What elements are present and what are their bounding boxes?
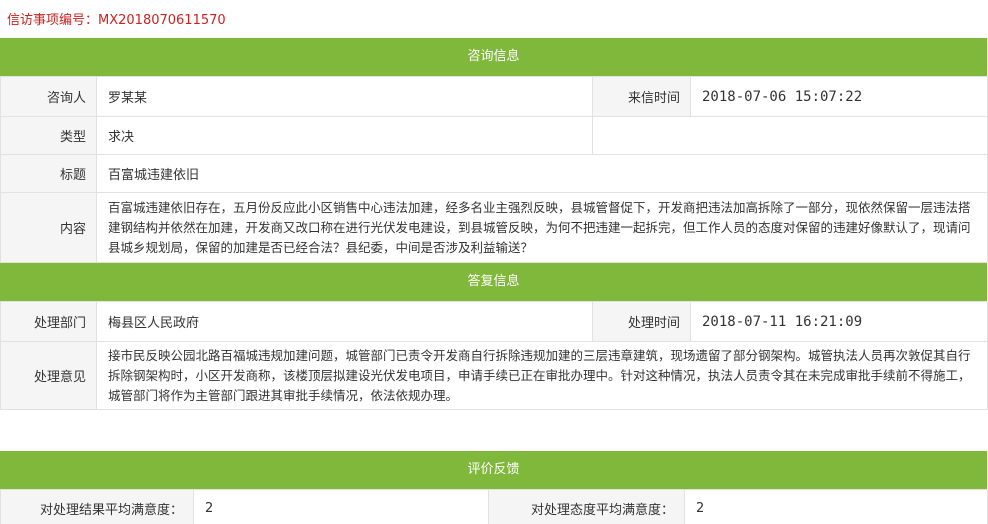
content-label: 内容	[0, 192, 97, 263]
opinion-row: 处理意见 接市民反映公园北路百福城违规加建问题，城管部门已责令开发商自行拆除违规…	[0, 341, 988, 410]
feedback-section-title: 评价反馈	[467, 462, 520, 477]
satisfaction-row: 对处理结果平均满意度： 2 对处理态度平均满意度： 2	[0, 489, 988, 524]
title-value: 百富城违建依旧	[96, 154, 988, 193]
reply-section-title: 答复信息	[467, 274, 520, 289]
received-time-label: 来信时间	[592, 76, 691, 117]
attitude-satisfaction-label: 对处理态度平均满意度：	[488, 489, 685, 524]
title-row: 标题 百富城违建依旧	[0, 154, 988, 193]
reply-section-header: 答复信息	[0, 263, 987, 301]
consultant-row: 咨询人 罗某某 来信时间 2018-07-06 15:07:22	[0, 76, 988, 117]
dept-value: 梅县区人民政府	[96, 301, 593, 342]
title-label: 标题	[0, 154, 97, 193]
reply-info-table: 处理部门 梅县区人民政府 处理时间 2018-07-11 16:21:09 处理…	[0, 301, 988, 410]
case-number-value: MX2018070611570	[98, 13, 226, 28]
feedback-section-header: 评价反馈	[0, 451, 987, 489]
handle-time-label: 处理时间	[592, 301, 691, 342]
attitude-satisfaction-value: 2	[684, 489, 988, 524]
consultant-label: 咨询人	[0, 76, 97, 117]
dept-label: 处理部门	[0, 301, 97, 342]
handle-time-value: 2018-07-11 16:21:09	[690, 301, 988, 342]
consult-section-title: 咨询信息	[467, 49, 520, 64]
content-value: 百富城违建依旧存在，五月份反应此小区销售中心违法加建，经多名业主强烈反映，县城管…	[96, 192, 988, 263]
feedback-table: 对处理结果平均满意度： 2 对处理态度平均满意度： 2	[0, 489, 988, 524]
content-row: 内容 百富城违建依旧存在，五月份反应此小区销售中心违法加建，经多名业主强烈反映，…	[0, 192, 988, 263]
type-value: 求决	[96, 116, 593, 155]
type-row-empty-cell	[592, 116, 988, 155]
received-time-value: 2018-07-06 15:07:22	[690, 76, 988, 117]
opinion-value: 接市民反映公园北路百福城违规加建问题，城管部门已责令开发商自行拆除违规加建的三层…	[96, 341, 988, 410]
consult-info-table: 咨询人 罗某某 来信时间 2018-07-06 15:07:22 类型 求决 标…	[0, 76, 988, 263]
case-number-label: 信访事项编号：	[7, 13, 99, 28]
opinion-label: 处理意见	[0, 341, 97, 410]
result-satisfaction-label: 对处理结果平均满意度：	[0, 489, 194, 524]
case-number-line: 信访事项编号：MX2018070611570	[7, 9, 226, 28]
consult-section-header: 咨询信息	[0, 38, 987, 76]
type-row: 类型 求决	[0, 116, 988, 155]
result-satisfaction-value: 2	[193, 489, 489, 524]
type-label: 类型	[0, 116, 97, 155]
consultant-value: 罗某某	[96, 76, 593, 117]
dept-row: 处理部门 梅县区人民政府 处理时间 2018-07-11 16:21:09	[0, 301, 988, 342]
